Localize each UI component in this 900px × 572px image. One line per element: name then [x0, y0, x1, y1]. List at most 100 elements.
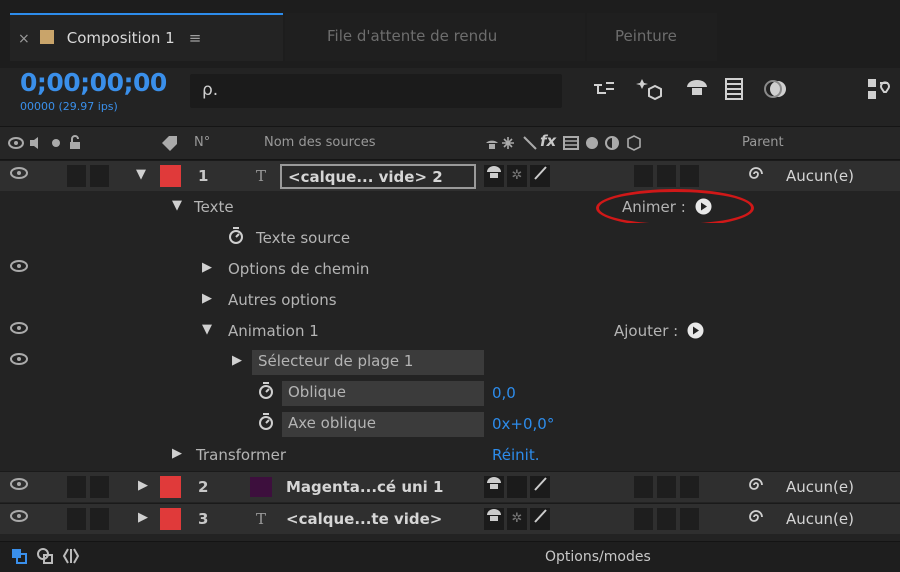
property-label-transform: Transformer [196, 446, 287, 464]
property-row-range-selector[interactable]: ▶ Sélecteur de plage 1 [0, 347, 900, 378]
expand-triangle-icon[interactable]: ▼ [172, 198, 182, 213]
collapse-switch-icon[interactable]: ✲ [507, 165, 527, 187]
parent-dropdown[interactable]: Aucun(e) [786, 167, 854, 185]
source-name-header[interactable]: Nom des sources [264, 135, 376, 150]
motion-blur-switch[interactable] [634, 508, 653, 530]
quality-switch-icon[interactable] [530, 165, 550, 187]
3d-switch[interactable] [680, 476, 699, 498]
layer-name-field[interactable]: <calque... vide> 2 [280, 164, 476, 189]
in-out-toggle-icon[interactable] [62, 547, 80, 569]
solo-switch[interactable] [90, 508, 109, 530]
visibility-eye-icon[interactable] [10, 259, 28, 277]
add-menu[interactable]: Ajouter : [614, 322, 704, 340]
motion-blur-switch[interactable] [634, 476, 653, 498]
layer-switches-toggle-icon[interactable] [10, 547, 28, 569]
draft-3d-icon[interactable] [636, 77, 664, 109]
current-time-display[interactable]: 0;00;00;00 [20, 68, 167, 97]
adjustment-switch[interactable] [657, 476, 676, 498]
shy-switch-icon[interactable] [484, 508, 504, 530]
property-row-text[interactable]: ▼ Texte Animer : [0, 192, 900, 223]
switches-header-icon[interactable] [484, 135, 516, 155]
parent-dropdown[interactable]: Aucun(e) [786, 478, 854, 496]
collapse-triangle-icon[interactable]: ▶ [202, 260, 212, 275]
visibility-eye-icon[interactable] [10, 166, 28, 184]
layer-number: 2 [198, 478, 209, 496]
collapse-triangle-icon[interactable]: ▶ [138, 478, 148, 493]
shy-layers-icon[interactable] [684, 77, 710, 105]
collapse-switch[interactable] [507, 476, 527, 498]
audio-switch[interactable] [67, 165, 86, 187]
property-row-animation-1[interactable]: ▼ Animation 1 Ajouter : [0, 316, 900, 347]
pick-whip-icon[interactable] [747, 476, 765, 498]
parent-header[interactable]: Parent [742, 135, 784, 150]
stopwatch-icon[interactable] [258, 413, 274, 435]
adjustment-switch[interactable] [657, 508, 676, 530]
collapse-triangle-icon[interactable]: ▶ [172, 446, 182, 461]
reset-transform-link[interactable]: Réinit. [492, 446, 539, 464]
layer-label-color[interactable] [160, 476, 181, 498]
property-row-more-options[interactable]: ▶ Autres options [0, 285, 900, 316]
3d-switch[interactable] [680, 165, 699, 187]
motion-blur-icon[interactable] [764, 77, 788, 107]
property-row-skew-axis[interactable]: Axe oblique 0x+0,0° [0, 409, 900, 440]
panel-menu-icon[interactable]: ≡ [189, 29, 202, 47]
quality-icon[interactable] [522, 135, 538, 155]
collapse-switch-icon[interactable]: ✲ [507, 508, 527, 530]
tab-composition[interactable]: × Composition 1 ≡ [10, 13, 283, 61]
options-modes-toggle[interactable]: Options/modes [545, 549, 651, 565]
solo-switch[interactable] [90, 165, 109, 187]
solo-switch[interactable] [90, 476, 109, 498]
3d-switch[interactable] [680, 508, 699, 530]
expand-triangle-icon[interactable]: ▼ [136, 167, 146, 182]
shy-switch-icon[interactable] [484, 165, 504, 187]
visibility-eye-icon[interactable] [10, 509, 28, 527]
visibility-eye-icon[interactable] [10, 321, 28, 339]
property-label-range-selector[interactable]: Sélecteur de plage 1 [252, 350, 484, 375]
adjustment-switch[interactable] [657, 165, 676, 187]
property-label-skew-axis: Axe oblique [282, 412, 484, 437]
composition-flowchart-icon[interactable] [592, 77, 618, 105]
pick-whip-icon[interactable] [747, 165, 765, 187]
layer-name[interactable]: Magenta...cé uni 1 [286, 478, 443, 496]
motion-blur-switch[interactable] [634, 165, 653, 187]
audio-switch[interactable] [67, 476, 86, 498]
av-features-icon[interactable] [8, 135, 108, 155]
audio-switch[interactable] [67, 508, 86, 530]
frame-blending-icon[interactable] [722, 77, 746, 107]
visibility-eye-icon[interactable] [10, 352, 28, 370]
expand-triangle-icon[interactable]: ▼ [202, 322, 212, 337]
layer-label-color[interactable] [160, 165, 181, 187]
property-row-source-text[interactable]: Texte source [0, 223, 900, 254]
property-row-path-options[interactable]: ▶ Options de chemin [0, 254, 900, 285]
search-input[interactable] [190, 74, 562, 108]
quality-switch-icon[interactable] [530, 508, 550, 530]
parent-dropdown[interactable]: Aucun(e) [786, 510, 854, 528]
close-tab-icon[interactable]: × [18, 31, 30, 47]
effects-header[interactable]: fx [540, 132, 556, 150]
layer-row-3[interactable]: ▶ 3 T <calque...te vide> ✲ Aucun(e) [0, 503, 900, 534]
graph-editor-icon[interactable] [866, 77, 890, 109]
skew-axis-value[interactable]: 0x+0,0° [492, 415, 554, 433]
layer-number-header[interactable]: N° [194, 135, 210, 150]
collapse-triangle-icon[interactable]: ▶ [202, 291, 212, 306]
layer-label-color[interactable] [160, 508, 181, 530]
transfer-controls-toggle-icon[interactable] [36, 547, 54, 569]
shy-switch-icon[interactable] [484, 476, 504, 498]
stopwatch-icon[interactable] [258, 382, 274, 404]
collapse-triangle-icon[interactable]: ▶ [232, 353, 242, 368]
stopwatch-icon[interactable] [228, 227, 244, 249]
property-row-transform[interactable]: ▶ Transformer Réinit. [0, 440, 900, 471]
layer-row-1[interactable]: ▼ 1 T <calque... vide> 2 ✲ Aucun(e) [0, 160, 900, 191]
layer-name[interactable]: <calque...te vide> [286, 510, 442, 528]
tab-paint[interactable]: Peinture [587, 13, 717, 61]
layer-row-2[interactable]: ▶ 2 Magenta...cé uni 1 Aucun(e) [0, 471, 900, 502]
tab-render-queue[interactable]: File d'attente de rendu [285, 13, 585, 61]
collapse-triangle-icon[interactable]: ▶ [138, 510, 148, 525]
skew-value[interactable]: 0,0 [492, 384, 516, 402]
quality-switch-icon[interactable] [530, 476, 550, 498]
label-tag-icon[interactable] [160, 135, 178, 155]
property-row-skew[interactable]: Oblique 0,0 [0, 378, 900, 409]
pick-whip-icon[interactable] [747, 508, 765, 530]
visibility-eye-icon[interactable] [10, 477, 28, 495]
switch-icons[interactable] [562, 135, 654, 155]
